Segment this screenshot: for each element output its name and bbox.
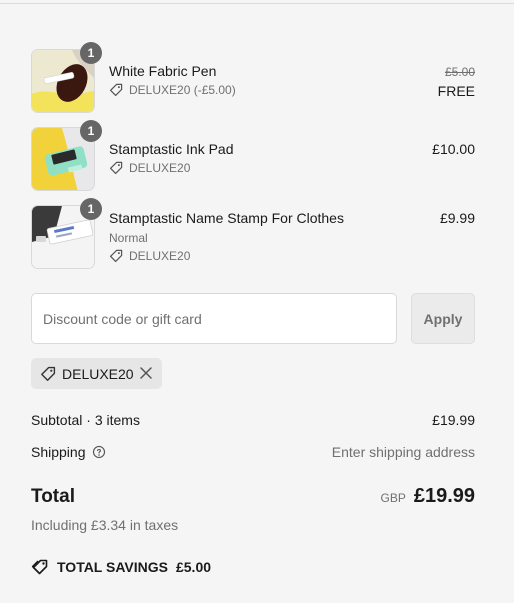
- total-savings-value: £5.00: [175, 559, 212, 575]
- total-amount-group: GBP £19.99: [380, 485, 475, 508]
- cart-item-white-fabric-pen: 1 White Fabric Pen DELUXE20 (-£5.00) £5.…: [31, 42, 475, 113]
- item-discount-label: DELUXE20: [129, 249, 191, 263]
- total-label: Total: [31, 486, 75, 507]
- item-price: £10.00: [432, 141, 475, 157]
- shipping-row: Shipping: [31, 444, 106, 460]
- product-image-ink-pad: 1: [31, 120, 102, 191]
- item-variant: Normal: [109, 231, 148, 245]
- quantity-badge: 1: [80, 198, 102, 220]
- apply-discount-button[interactable]: Apply: [411, 293, 475, 344]
- item-discount: DELUXE20 (-£5.00): [109, 83, 236, 97]
- discount-code-input[interactable]: [31, 293, 397, 344]
- item-discount-label: DELUXE20: [129, 161, 191, 175]
- product-image-white-fabric-pen: 1: [31, 42, 102, 113]
- total-savings-label: TOTAL SAVINGS: [57, 559, 168, 575]
- item-discount: DELUXE20: [109, 249, 190, 263]
- item-original-price: £5.00: [444, 65, 475, 79]
- help-icon[interactable]: [92, 445, 106, 459]
- item-discount-label: DELUXE20 (-£5.00): [129, 83, 236, 97]
- item-name: White Fabric Pen: [109, 63, 217, 79]
- item-price: £9.99: [439, 210, 475, 226]
- applied-discount-chip: DELUXE20: [31, 358, 162, 389]
- item-name: Stamptastic Name Stamp For Clothes: [109, 210, 344, 226]
- total-value: £19.99: [413, 485, 475, 507]
- quantity-badge: 1: [80, 42, 102, 64]
- cart-item-name-stamp: 1 Stamptastic Name Stamp For Clothes Nor…: [31, 198, 475, 269]
- tags-icon: [31, 559, 48, 575]
- close-icon[interactable]: [139, 366, 153, 380]
- cart-item-ink-pad: 1 Stamptastic Ink Pad DELUXE20 £10.00: [31, 120, 475, 191]
- shipping-value: Enter shipping address: [331, 444, 475, 460]
- shipping-label: Shipping: [31, 444, 86, 460]
- applied-discount-code: DELUXE20: [62, 365, 134, 382]
- item-name: Stamptastic Ink Pad: [109, 141, 234, 157]
- subtotal-label: Subtotal · 3 items: [31, 412, 140, 428]
- tag-icon: [109, 83, 123, 97]
- tag-icon: [41, 366, 56, 381]
- total-savings: TOTAL SAVINGS £5.00: [31, 558, 211, 576]
- tag-icon: [109, 249, 123, 263]
- subtotal-value: £19.99: [432, 412, 475, 428]
- taxes-note: Including £3.34 in taxes: [31, 517, 179, 533]
- tag-icon: [109, 161, 123, 175]
- currency-code: GBP: [380, 491, 406, 505]
- top-divider: [0, 3, 514, 4]
- item-price: FREE: [437, 83, 475, 99]
- item-discount: DELUXE20: [109, 161, 190, 175]
- product-image-name-stamp: 1: [31, 198, 102, 269]
- quantity-badge: 1: [80, 120, 102, 142]
